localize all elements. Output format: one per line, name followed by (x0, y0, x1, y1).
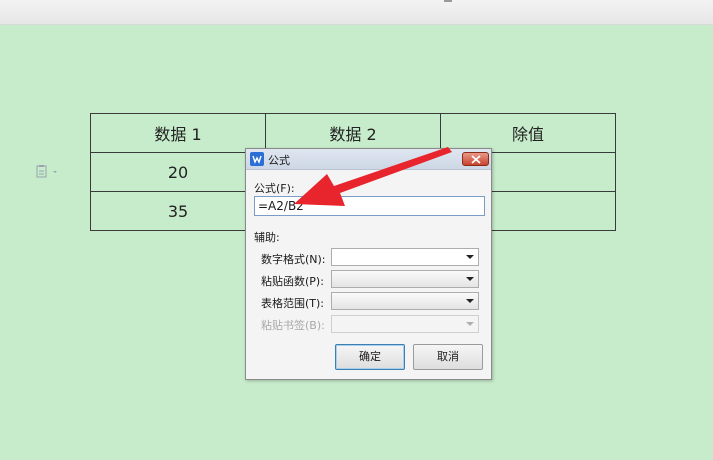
close-icon (471, 155, 481, 164)
formula-label: 公式(F): (254, 182, 295, 195)
ok-button[interactable]: 确定 (335, 344, 405, 370)
chevron-down-icon (466, 277, 474, 281)
chevron-down-icon (466, 299, 474, 303)
chevron-down-icon (466, 322, 474, 326)
paste-options-icon[interactable] (36, 164, 60, 180)
paste-bookmark-select (331, 315, 479, 333)
aux-label: 辅助: (254, 231, 280, 244)
table-cell[interactable]: 数据 1 (90, 113, 266, 153)
close-button[interactable] (462, 152, 489, 166)
table-range-select[interactable] (331, 292, 479, 310)
paste-function-label: 粘贴函数(P): (261, 275, 324, 288)
chevron-down-icon (466, 255, 474, 259)
table-cell[interactable]: 35 (90, 191, 266, 231)
formula-dialog: 公式 公式(F): =A2/B2 辅助: 数字格式(N): 粘贴函数(P): 表… (245, 148, 492, 380)
number-format-select[interactable] (331, 248, 479, 266)
number-format-label: 数字格式(N): (261, 253, 326, 266)
cancel-button[interactable]: 取消 (413, 344, 483, 370)
wps-writer-icon (250, 152, 264, 166)
dialog-titlebar[interactable]: 公式 (246, 149, 491, 170)
top-toolbar-strip (0, 0, 713, 25)
table-cell[interactable]: 除值 (440, 113, 616, 153)
paste-bookmark-label: 粘贴书签(B): (261, 319, 325, 332)
table-range-label: 表格范围(T): (261, 297, 325, 310)
paste-function-select[interactable] (331, 270, 479, 288)
formula-input[interactable]: =A2/B2 (254, 196, 485, 216)
table-cell[interactable]: 数据 2 (265, 113, 441, 153)
dialog-title: 公式 (268, 154, 290, 167)
table-cell[interactable]: 20 (90, 152, 266, 192)
table-row: 数据 1 数据 2 除值 (90, 113, 616, 153)
toolbar-divider (444, 0, 452, 2)
